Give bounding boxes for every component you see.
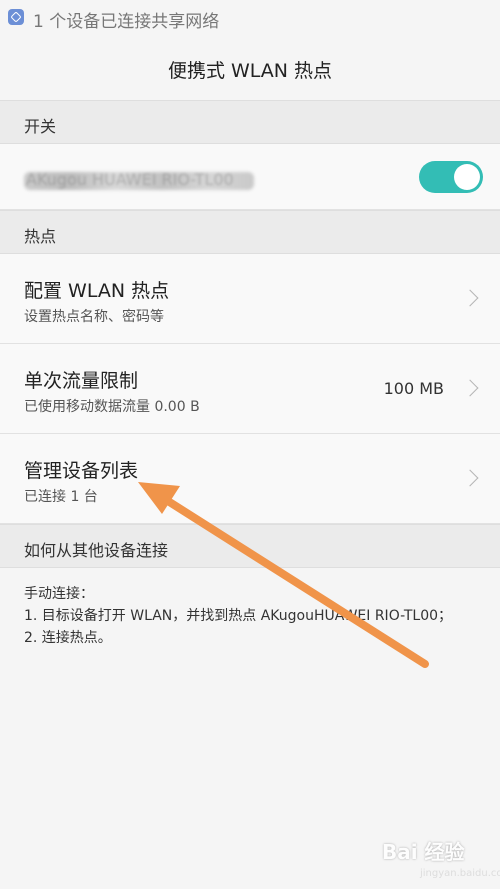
watermark-logo: Bai 经验 xyxy=(382,840,465,864)
watermark-url: jingyan.baidu.com xyxy=(420,868,500,879)
annotation-arrow xyxy=(138,482,429,668)
annotation-arrow-shaft xyxy=(156,492,429,668)
